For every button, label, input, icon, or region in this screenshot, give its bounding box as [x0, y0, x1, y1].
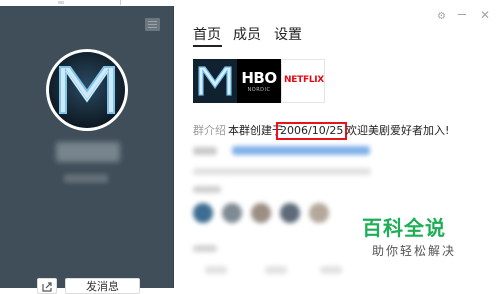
close-icon[interactable]: ✕	[480, 9, 490, 21]
group-id-blurred	[64, 174, 108, 183]
photo-hbo-logo[interactable]: HBO NORDIC	[237, 59, 281, 103]
group-profile-panel: 发消息	[0, 6, 174, 294]
strip-divider	[120, 0, 121, 5]
blurred-item	[265, 266, 287, 274]
blurred-member-avatar	[280, 203, 300, 223]
share-button[interactable]	[37, 278, 57, 294]
group-name-blurred	[56, 142, 120, 162]
intro-text: 本群创建于	[228, 124, 283, 137]
netflix-logo-text: NETFLIX	[284, 75, 324, 85]
minimize-icon[interactable]	[458, 14, 466, 15]
avatar-m-logo-image	[49, 52, 125, 128]
blurred-label	[193, 245, 217, 252]
blurred-item	[320, 266, 342, 274]
panel-edge	[173, 6, 174, 288]
intro-label: 群介绍	[193, 124, 226, 137]
blurred-member-avatar	[222, 203, 242, 223]
blurred-member-avatar	[309, 203, 329, 223]
settings-gear-icon[interactable]: ⚙	[437, 12, 446, 22]
panel-menu-button[interactable]	[145, 18, 160, 31]
creation-date-highlight: 2006/10/25	[276, 122, 348, 140]
watermark-title: 百科全说	[362, 216, 446, 240]
intro-welcome-text: 欢迎美剧爱好者加入!	[346, 124, 450, 137]
blurred-line	[193, 168, 371, 175]
active-tab-indicator	[193, 45, 222, 47]
watermark: 百科全说 助你轻松解决	[348, 204, 500, 288]
blurred-label	[193, 147, 217, 155]
tab-home[interactable]: 首页	[193, 24, 221, 44]
tab-settings[interactable]: 设置	[274, 24, 302, 44]
strip-mark	[58, 1, 64, 4]
blurred-label	[193, 186, 221, 193]
tab-members[interactable]: 成员	[233, 24, 261, 44]
hbo-logo-text: HBO	[241, 69, 277, 87]
watermark-subtitle: 助你轻松解决	[372, 244, 457, 258]
blurred-item	[205, 266, 227, 274]
hbo-logo-subtext: NORDIC	[247, 87, 271, 93]
send-message-button[interactable]: 发消息	[65, 278, 140, 294]
blurred-link	[232, 146, 370, 155]
blurred-member-avatar	[251, 203, 271, 223]
share-icon	[42, 282, 52, 292]
m-logo-image	[193, 59, 237, 103]
photo-netflix-logo[interactable]: NETFLIX	[281, 59, 325, 103]
blurred-member-avatar	[193, 203, 213, 223]
photo-m-logo[interactable]	[193, 59, 237, 103]
group-avatar	[46, 49, 128, 131]
